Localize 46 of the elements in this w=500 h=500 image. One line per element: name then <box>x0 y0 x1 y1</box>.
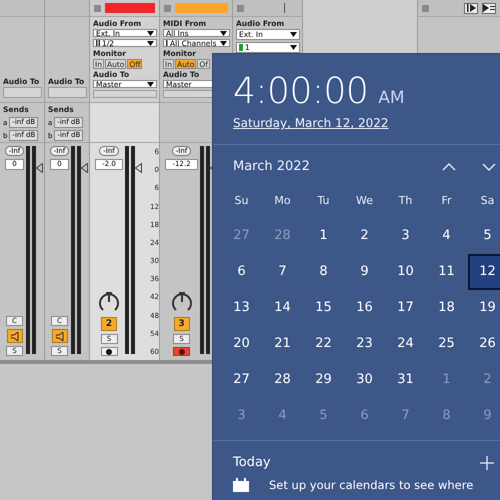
today-label: Today <box>233 455 271 470</box>
calendar-day[interactable]: 12 <box>468 254 500 290</box>
calendar-day[interactable]: 14 <box>270 298 295 318</box>
calendar-day[interactable]: 5 <box>479 226 496 246</box>
calendar-day[interactable]: 20 <box>229 334 254 354</box>
calendar-day[interactable]: 19 <box>475 298 500 318</box>
calendar-day[interactable]: 22 <box>311 334 336 354</box>
weekday-label: Tu <box>316 192 331 208</box>
calendar-day[interactable]: 3 <box>397 226 414 246</box>
calendar-day[interactable]: 27 <box>229 370 254 390</box>
calendar-day[interactable]: 2 <box>356 226 373 246</box>
calendar-day[interactable]: 10 <box>393 262 418 282</box>
calendar-day[interactable]: 16 <box>352 298 377 318</box>
calendar-day[interactable]: 24 <box>393 334 418 354</box>
agenda-message: Set up your calendars to see where <box>269 478 474 492</box>
calendar-day[interactable]: 9 <box>356 262 373 282</box>
calendar-day[interactable]: 28 <box>270 370 295 390</box>
weekday-label: Fr <box>440 192 453 208</box>
weekday-label: Sa <box>480 192 496 208</box>
calendar-day[interactable]: 25 <box>434 334 459 354</box>
calendar-day[interactable]: 21 <box>270 334 295 354</box>
track-activator-button[interactable]: 2 <box>101 317 117 331</box>
weekday-label: Su <box>234 192 250 208</box>
month-label[interactable]: March 2022 <box>233 159 310 174</box>
calendar-day[interactable]: 15 <box>311 298 336 318</box>
calendar-day[interactable]: 31 <box>393 370 418 390</box>
calendar-day[interactable]: 7 <box>274 262 291 282</box>
calendar-day[interactable]: 1 <box>315 226 332 246</box>
weekday-label: Mo <box>273 192 292 208</box>
calendar-day[interactable]: 6 <box>233 262 250 282</box>
clock-period: AM <box>378 88 405 108</box>
calendar-day[interactable]: 23 <box>352 334 377 354</box>
calendar-day[interactable]: 4 <box>438 226 455 246</box>
weekday-label: Th <box>398 192 414 208</box>
track-activator-button[interactable]: 3 <box>174 317 190 331</box>
calendar-day[interactable]: 13 <box>229 298 254 318</box>
calendar-day[interactable]: 26 <box>475 334 500 354</box>
calendar-day[interactable]: 11 <box>434 262 459 282</box>
calendar-day[interactable]: 30 <box>352 370 377 390</box>
calendar-day[interactable]: 8 <box>315 262 332 282</box>
calendar-day[interactable]: 18 <box>434 298 459 318</box>
clock-time: 4:00:00 <box>233 72 368 112</box>
weekday-label: We <box>355 192 374 208</box>
date-link[interactable]: Saturday, March 12, 2022 <box>233 116 500 130</box>
calendar-day[interactable]: 29 <box>311 370 336 390</box>
calendar-day[interactable]: 17 <box>393 298 418 318</box>
